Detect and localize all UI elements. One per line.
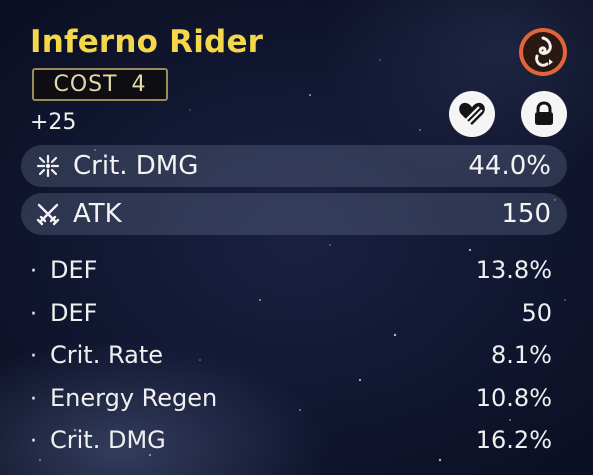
sub-stat-row: · DEF 13.8% [30, 250, 552, 293]
bullet: · [30, 344, 37, 369]
sonata-set-icon[interactable] [517, 26, 569, 78]
sub-stat-row: · DEF 50 [30, 293, 552, 336]
main-stat-name: ATK [73, 199, 122, 229]
sub-stat-name: DEF [50, 256, 98, 284]
sub-stat-value: 8.1% [491, 341, 552, 369]
main-stat-crit-dmg: Crit. DMG 44.0% [21, 145, 567, 187]
main-stat-value: 150 [501, 199, 551, 229]
sub-stat-value: 13.8% [475, 256, 552, 284]
main-stat-value: 44.0% [468, 151, 551, 181]
cost-value: 4 [131, 72, 147, 97]
sub-stat-row: · Crit. Rate 8.1% [30, 335, 552, 378]
sub-stat-name: DEF [50, 298, 98, 327]
sub-stats-list: · DEF 13.8% · DEF 50 · Crit. Rate 8.1% · Ene… [30, 250, 552, 463]
atk-swords-icon [36, 203, 60, 226]
sub-stat-value: 50 [521, 298, 552, 327]
sub-stat-name: Energy Regen [50, 383, 218, 412]
bullet: · [30, 301, 37, 327]
bullet: · [30, 429, 37, 454]
crit-dmg-icon [36, 154, 60, 178]
lock-button[interactable] [521, 91, 567, 137]
cost-badge: COST 4 [32, 68, 168, 101]
lock-icon [535, 101, 553, 125]
sub-stat-value: 10.8% [475, 383, 552, 412]
bullet: · [30, 386, 37, 412]
echo-name: Inferno Rider [30, 24, 264, 60]
bullet: · [30, 259, 37, 284]
sub-stat-name: Crit. DMG [50, 426, 166, 454]
sub-stat-row: · Crit. DMG 16.2% [30, 420, 552, 463]
main-stat-name: Crit. DMG [73, 151, 199, 181]
sub-stat-row: · Energy Regen 10.8% [30, 378, 552, 421]
sub-stat-value: 16.2% [475, 426, 552, 454]
discard-button[interactable] [449, 91, 495, 137]
echo-level: +25 [30, 110, 77, 135]
sub-stat-name: Crit. Rate [50, 341, 163, 369]
main-stat-atk: ATK 150 [21, 193, 567, 235]
cost-label: COST [53, 72, 118, 97]
echo-card: Inferno Rider COST 4 +25 Crit. DMG 44.0%… [0, 0, 593, 475]
heart-broken-icon [459, 102, 485, 125]
